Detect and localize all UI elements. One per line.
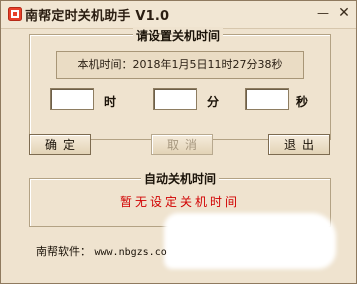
second-input[interactable] <box>245 88 289 110</box>
redaction-patch <box>164 213 336 269</box>
window-title: 南帮定时关机助手 V1.0 <box>25 9 170 24</box>
set-time-group: 请设置关机时间 本机时间：2018年1月5日11时27分38秒 时 分 秒 <box>29 27 331 140</box>
auto-shutdown-group-title: 自动关机时间 <box>141 170 220 187</box>
hour-unit-label: 时 <box>104 95 117 109</box>
app-window: 南帮定时关机助手 V1.0 — ✕ 请设置关机时间 本机时间：2018年1月5日… <box>0 0 357 284</box>
close-button[interactable]: ✕ <box>337 6 351 20</box>
exit-button[interactable]: 退出 <box>268 134 330 155</box>
minute-unit-label: 分 <box>207 95 220 109</box>
confirm-button[interactable]: 确定 <box>29 134 91 155</box>
current-time-display: 本机时间：2018年1月5日11时27分38秒 <box>56 51 304 79</box>
minimize-button[interactable]: — <box>316 6 330 20</box>
hour-input[interactable] <box>50 88 94 110</box>
footer: 南帮软件： www.nbgzs.co <box>36 243 167 259</box>
cancel-button[interactable]: 取消 <box>151 134 213 155</box>
footer-url-link[interactable]: www.nbgzs.co <box>95 247 167 258</box>
minute-input[interactable] <box>153 88 197 110</box>
main-content: 请设置关机时间 本机时间：2018年1月5日11时27分38秒 时 分 秒 确定… <box>1 27 356 283</box>
set-time-group-title: 请设置关机时间 <box>133 27 224 44</box>
app-logo-icon <box>8 7 22 21</box>
shutdown-status-text: 暂无设定关机时间 <box>119 195 240 209</box>
title-bar[interactable]: 南帮定时关机助手 V1.0 — ✕ <box>1 1 356 29</box>
footer-label: 南帮软件： <box>36 245 91 258</box>
second-unit-label: 秒 <box>296 95 309 109</box>
